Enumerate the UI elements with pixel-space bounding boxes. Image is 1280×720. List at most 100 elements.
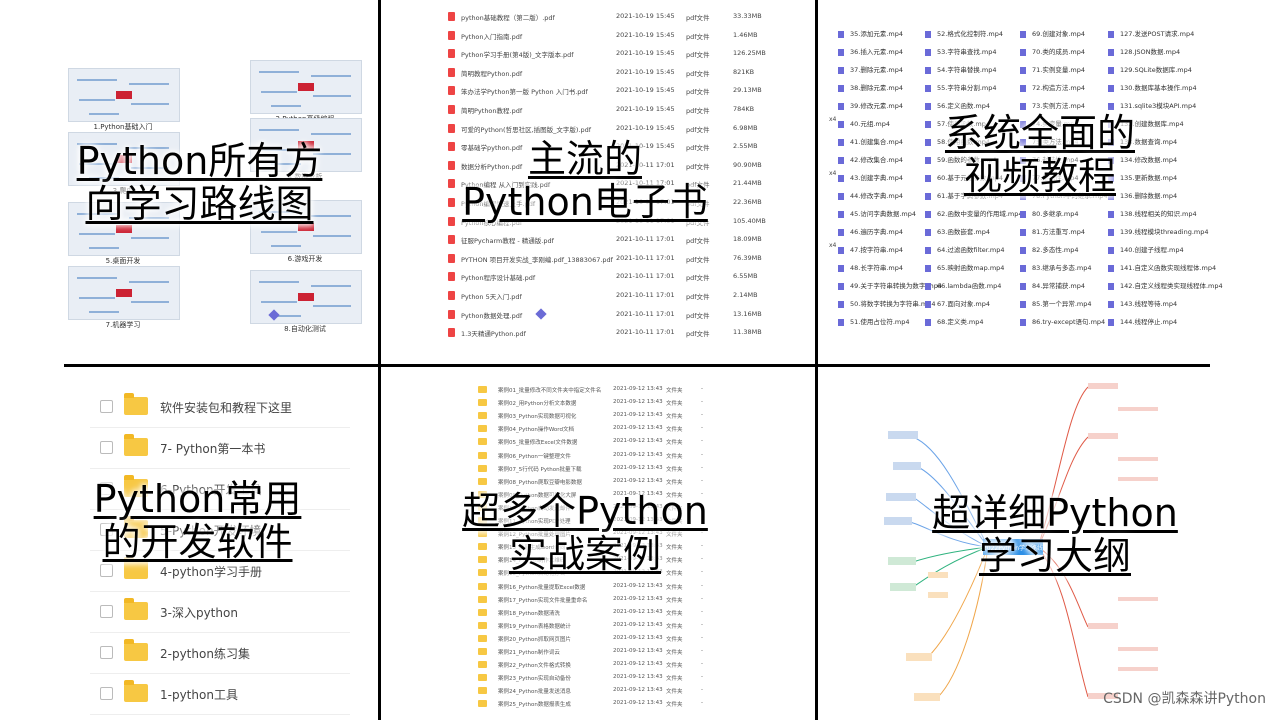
video-file[interactable]: 67.面向对象.mp4 — [925, 298, 990, 312]
case-row[interactable]: 案例02_用Python分析文本数据 2021-09-12 13:43 文件夹 - — [478, 397, 728, 411]
video-file[interactable]: 51.使用占位符.mp4 — [838, 316, 910, 330]
video-file[interactable]: 66.lambda函数.mp4 — [925, 280, 1001, 294]
case-row[interactable]: 案例24_Python批量发送消息 2021-09-12 13:43 文件夹 - — [478, 685, 728, 699]
roadmap-thumbnail[interactable] — [250, 60, 362, 114]
roadmap-thumbnail-label: 7.机器学习 — [105, 321, 141, 329]
roadmap-thumbnail[interactable] — [68, 266, 180, 320]
video-file[interactable]: 72.构造方法.mp4 — [1020, 82, 1085, 96]
video-file[interactable]: 130.数据库基本操作.mp4 — [1108, 82, 1197, 96]
software-folder-row[interactable]: 7- Python第一本书 — [90, 428, 350, 469]
video-file[interactable]: 42.修改集合.mp4 — [838, 154, 903, 168]
video-file[interactable]: 41.创建集合.mp4 — [838, 136, 903, 150]
video-file[interactable]: 55.字符串分割.mp4 — [925, 82, 997, 96]
case-row[interactable]: 案例17_Python实现文件批量重命名 2021-09-12 13:43 文件夹 - — [478, 594, 728, 608]
video-file[interactable]: 82.多态性.mp4 — [1020, 244, 1079, 258]
video-file[interactable]: 83.继承与多态.mp4 — [1020, 262, 1092, 276]
video-file[interactable]: 45.访问字典数据.mp4 — [838, 208, 916, 222]
video-file[interactable]: 85.第一个异常.mp4 — [1020, 298, 1092, 312]
video-file-name: 139.线程模块threading.mp4 — [1120, 228, 1209, 236]
video-file[interactable]: 52.格式化控制符.mp4 — [925, 28, 1003, 42]
video-file[interactable]: 129.SQLite数据库.mp4 — [1108, 64, 1192, 78]
software-folder-row[interactable]: 2-python练习集 — [90, 633, 350, 674]
ebook-row[interactable]: 1.3天精通Python.pdf 2021-10-11 17:01 pdf文件 11.… — [448, 326, 778, 344]
video-file[interactable]: 127.发送POST请求.mp4 — [1108, 28, 1194, 42]
case-row[interactable]: 案例01_批量修改不同文件夹中指定文件名 2021-09-12 13:43 文件夹 - — [478, 384, 728, 398]
case-row[interactable]: 案例08_Python爬取豆瓣电影数据 2021-09-12 13:43 文件夹 - — [478, 476, 728, 490]
ebook-row[interactable]: 简明Python教程.pdf 2021-10-19 15:45 pdf文件 784KB — [448, 103, 778, 121]
video-file[interactable]: 65.映射函数map.mp4 — [925, 262, 1004, 276]
case-row[interactable]: 案例19_Python表格数据统计 2021-09-12 13:43 文件夹 - — [478, 620, 728, 634]
video-file[interactable]: 140.创建子线程.mp4 — [1108, 244, 1184, 258]
video-file[interactable]: 138.线程相关的知识.mp4 — [1108, 208, 1197, 222]
video-file[interactable]: 68.定义类.mp4 — [925, 316, 984, 330]
case-type: 文件夹 — [666, 663, 683, 670]
video-file[interactable]: 144.线程停止.mp4 — [1108, 316, 1177, 330]
folder-checkbox[interactable] — [100, 564, 113, 577]
case-row[interactable]: 案例07_5行代码 Python批量下载 2021-09-12 13:43 文件夹 - — [478, 463, 728, 477]
video-file[interactable]: 37.删除元素.mp4 — [838, 64, 903, 78]
case-row[interactable]: 案例25_Python数据报表生成 2021-09-12 13:43 文件夹 - — [478, 698, 728, 712]
video-file[interactable]: 139.线程模块threading.mp4 — [1108, 226, 1209, 240]
video-file[interactable]: 38.删除元素.mp4 — [838, 82, 903, 96]
ebook-row[interactable]: 征服Pycharm教程 - 精通版.pdf 2021-10-11 17:01 pdf… — [448, 233, 778, 251]
video-file[interactable]: 36.插入元素.mp4 — [838, 46, 903, 60]
folder-checkbox[interactable] — [100, 646, 113, 659]
roadmap-thumbnail[interactable] — [68, 68, 180, 122]
video-file[interactable]: 63.函数嵌套.mp4 — [925, 226, 990, 240]
video-file[interactable]: 54.字符串替换.mp4 — [925, 64, 997, 78]
pdf-file-icon — [448, 105, 455, 114]
ebook-row[interactable]: Python学习手册(第4版)_文字版本.pdf 2021-10-19 15:45… — [448, 47, 778, 65]
ebook-row[interactable]: Python入门指南.pdf 2021-10-19 15:45 pdf文件 1.46M… — [448, 29, 778, 47]
video-file[interactable]: 80.多继承.mp4 — [1020, 208, 1079, 222]
video-file[interactable]: 71.实例变量.mp4 — [1020, 64, 1085, 78]
video-file[interactable]: 47.按字符串.mp4 — [838, 244, 903, 258]
case-date: 2021-09-12 13:43 — [613, 412, 663, 419]
case-row[interactable]: 案例03_Python实现数据可视化 2021-09-12 13:43 文件夹 - — [478, 410, 728, 424]
video-file[interactable]: 84.异常捕获.mp4 — [1020, 280, 1085, 294]
video-file[interactable]: 44.修改字典.mp4 — [838, 190, 903, 204]
video-file[interactable]: 35.添加元素.mp4 — [838, 28, 903, 42]
video-file[interactable]: 39.修改元素.mp4 — [838, 100, 903, 114]
video-file[interactable]: 70.类的成员.mp4 — [1020, 46, 1085, 60]
case-row[interactable]: 案例23_Python实现自动备份 2021-09-12 13:43 文件夹 - — [478, 672, 728, 686]
ebook-row[interactable]: python基础教程（第二版）.pdf 2021-10-19 15:45 pdf文件… — [448, 10, 778, 28]
video-file[interactable]: 141.自定义函数实现线程体.mp4 — [1108, 262, 1216, 276]
case-row[interactable]: 案例22_Python文件格式转换 2021-09-12 13:43 文件夹 - — [478, 659, 728, 673]
video-file[interactable]: 69.创建对象.mp4 — [1020, 28, 1085, 42]
folder-checkbox[interactable] — [100, 441, 113, 454]
video-file[interactable]: 40.元组.mp4 — [838, 118, 890, 132]
video-file[interactable]: 46.遍历字典.mp4 — [838, 226, 903, 240]
video-file[interactable]: 143.线程等待.mp4 — [1108, 298, 1177, 312]
video-file[interactable]: 86.try-except语句.mp4 — [1020, 316, 1105, 330]
video-file[interactable]: 64.过滤函数filter.mp4 — [925, 244, 1005, 258]
video-file[interactable]: 142.自定义线程类实现线程体.mp4 — [1108, 280, 1223, 294]
folder-checkbox[interactable] — [100, 687, 113, 700]
software-folder-row[interactable]: 软件安装包和教程下这里 — [90, 387, 350, 428]
folder-checkbox[interactable] — [100, 400, 113, 413]
video-file[interactable]: 81.方法重写.mp4 — [1020, 226, 1085, 240]
case-row[interactable]: 案例04_Python操作Word文档 2021-09-12 13:43 文件夹 - — [478, 423, 728, 437]
ebook-row[interactable]: Python 5天入门.pdf 2021-10-11 17:01 pdf文件 2.14… — [448, 289, 778, 307]
software-folder-row[interactable]: 3-深入python — [90, 592, 350, 633]
ebook-row[interactable]: Python程序设计基础.pdf 2021-10-11 17:01 pdf文件 6.5… — [448, 270, 778, 288]
roadmap-thumbnail[interactable] — [250, 270, 362, 324]
video-file[interactable]: 128.JSON数据.mp4 — [1108, 46, 1180, 60]
folder-checkbox[interactable] — [100, 605, 113, 618]
case-row[interactable]: 案例20_Python抓取网页图片 2021-09-12 13:43 文件夹 - — [478, 633, 728, 647]
video-file[interactable]: 50.将数字转换为字符串.mp4 — [838, 298, 936, 312]
case-row[interactable]: 案例06_Python一键整理文件 2021-09-12 13:43 文件夹 - — [478, 450, 728, 464]
ebook-row[interactable]: PYTHON 项目开发实战_李刚编.pdf_13883067.pdf 2021-1… — [448, 252, 778, 270]
software-folder-row[interactable]: 1-python工具 — [90, 674, 350, 715]
case-row[interactable]: 案例21_Python制作词云 2021-09-12 13:43 文件夹 - — [478, 646, 728, 660]
video-file[interactable]: 62.函数中变量的作用域.mp4 — [925, 208, 1023, 222]
case-row[interactable]: 案例05_批量修改Excel文件数据 2021-09-12 13:43 文件夹 - — [478, 436, 728, 450]
ebook-row[interactable]: 笨办法学Python第一版 Python 入门书.pdf 2021-10-19 1… — [448, 84, 778, 102]
ebook-row[interactable]: 简明教程Python.pdf 2021-10-19 15:45 pdf文件 821KB — [448, 66, 778, 84]
ebook-row[interactable]: Python数据处理.pdf 2021-10-11 17:01 pdf文件 13.16… — [448, 308, 778, 326]
video-file[interactable]: 48.长字符串.mp4 — [838, 262, 903, 276]
video-file[interactable]: 43.创建字典.mp4 — [838, 172, 903, 186]
case-name: 案例07_5行代码 Python批量下载 — [498, 466, 582, 473]
case-row[interactable]: 案例16_Python批量提取Excel数据 2021-09-12 13:43 文件… — [478, 581, 728, 595]
case-row[interactable]: 案例18_Python数据清洗 2021-09-12 13:43 文件夹 - — [478, 607, 728, 621]
video-file[interactable]: 53.字符串查找.mp4 — [925, 46, 997, 60]
